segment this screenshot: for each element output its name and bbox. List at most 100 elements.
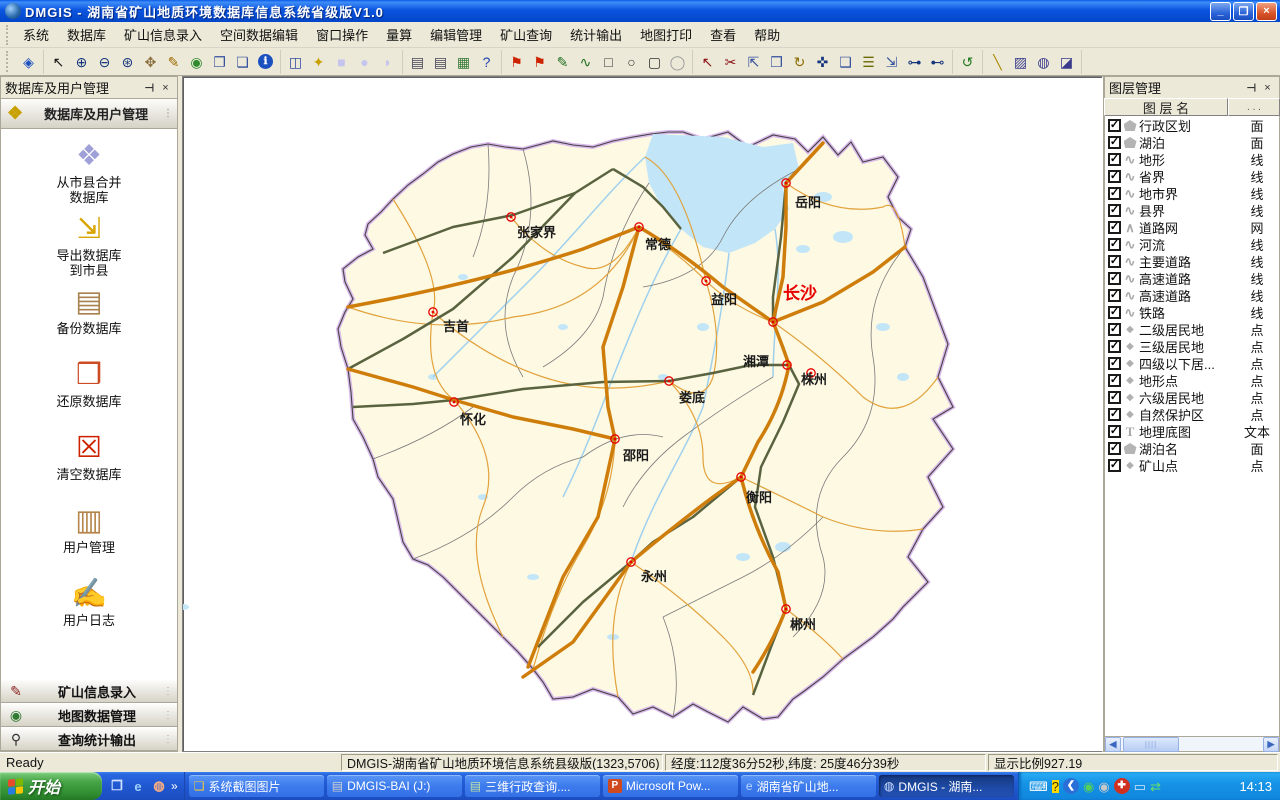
tray-volume[interactable]: ◉ [1098, 780, 1109, 793]
map-viewport[interactable]: 张家界常德岳阳益阳长沙吉首湘潭株州娄底怀化邵阳衡阳永州郴州 [182, 76, 1103, 752]
quicklaunch-internet-explorer[interactable]: e [129, 777, 147, 795]
layer-row[interactable]: ✓湖泊面 [1105, 134, 1279, 151]
tool-pan-hand[interactable]: ✥ [139, 51, 162, 73]
layer-checkbox[interactable]: ✓ [1108, 187, 1121, 200]
sidebar-bar-mine-info-entry[interactable]: ✎矿山信息录入⋮ [1, 679, 177, 703]
tray-network-activity[interactable]: ⇄ [1150, 780, 1161, 793]
tool-draw-sketch[interactable]: ∿ [574, 51, 597, 73]
menu-grip[interactable] [6, 25, 10, 45]
task-3d-admin-query[interactable]: ▤三维行政查询.... [465, 775, 600, 797]
tool-rect-zoom[interactable]: ■ [330, 51, 353, 73]
quicklaunch-more-icon[interactable]: » [171, 779, 178, 793]
tool-edit-attributes[interactable]: ❑ [834, 51, 857, 73]
scroll-left-icon[interactable]: ◀ [1105, 737, 1121, 752]
column-more[interactable]: . . . [1228, 98, 1280, 116]
sidebar-item-backup-database[interactable]: ▤备份数据库 [14, 285, 164, 358]
task-powerpoint[interactable]: PMicrosoft Pow... [603, 775, 738, 797]
start-button[interactable]: 开始 [0, 772, 102, 800]
layer-row[interactable]: ✓∿省界线 [1105, 168, 1279, 185]
layer-checkbox[interactable]: ✓ [1108, 204, 1121, 217]
layer-checkbox[interactable]: ✓ [1108, 238, 1121, 251]
layer-checkbox[interactable]: ✓ [1108, 306, 1121, 319]
layer-checkbox[interactable]: ✓ [1108, 289, 1121, 302]
sidebar-item-export-database[interactable]: ⇲导出数据库 到市县 [14, 212, 164, 285]
tool-info[interactable]: ℹ [254, 51, 277, 73]
task-screenshots-folder[interactable]: ❏系统截图图片 [189, 775, 324, 797]
column-layer-name[interactable]: 图 层 名 [1104, 98, 1228, 116]
sidebar-item-merge-database[interactable]: ❖从市县合并 数据库 [14, 139, 164, 212]
tool-form-view[interactable]: ❏ [231, 51, 254, 73]
tool-select-cursor[interactable]: ↖ [47, 51, 70, 73]
sidebar-item-restore-database[interactable]: ❒还原数据库 [14, 358, 164, 431]
tool-cut[interactable]: ✂ [719, 51, 742, 73]
task-hunan-mine-web[interactable]: e湖南省矿山地... [741, 775, 876, 797]
layer-checkbox[interactable]: ✓ [1108, 357, 1121, 370]
tray-security-shield[interactable]: ✚ [1114, 778, 1130, 794]
menu-item-统计输出[interactable]: 统计输出 [561, 22, 631, 47]
layer-row[interactable]: ✓∿高速道路线 [1105, 270, 1279, 287]
sidebar-bar-map-data-management[interactable]: ◉地图数据管理⋮ [1, 703, 177, 727]
layer-checkbox[interactable]: ✓ [1108, 136, 1121, 149]
layer-checkbox[interactable]: ✓ [1108, 323, 1121, 336]
tool-draw-line[interactable]: ✎ [551, 51, 574, 73]
tool-round-zoom[interactable]: ◗ [376, 51, 399, 73]
tool-hatch-polygon[interactable]: ◪ [1055, 51, 1078, 73]
tool-move[interactable]: ✜ [811, 51, 834, 73]
tool-help[interactable]: ? [475, 51, 498, 73]
tool-hatch-ellipse[interactable]: ◍ [1032, 51, 1055, 73]
layer-row[interactable]: ✓∿地形线 [1105, 151, 1279, 168]
tool-node-insert[interactable]: ⊶ [903, 51, 926, 73]
layer-checkbox[interactable]: ✓ [1108, 221, 1121, 234]
menu-item-地图打印[interactable]: 地图打印 [631, 22, 701, 47]
sidebar-item-clear-database[interactable]: ☒清空数据库 [14, 431, 164, 504]
layer-row[interactable]: ✓◆三级居民地点 [1105, 338, 1279, 355]
menu-item-数据库[interactable]: 数据库 [58, 22, 115, 47]
layer-checkbox[interactable]: ✓ [1108, 408, 1121, 421]
quicklaunch-show-desktop[interactable]: ❐ [108, 777, 126, 795]
layer-checkbox[interactable]: ✓ [1108, 391, 1121, 404]
tool-undo[interactable]: ↺ [956, 51, 979, 73]
close-button[interactable]: × [1256, 2, 1277, 21]
tool-map-document[interactable]: ◈ [17, 51, 40, 73]
layer-checkbox[interactable]: ✓ [1108, 153, 1121, 166]
pin-icon[interactable]: ⊤ [141, 81, 156, 95]
layer-row[interactable]: ✓∧道路网网 [1105, 219, 1279, 236]
tool-zoom-extent[interactable]: ⊛ [116, 51, 139, 73]
tool-zoom-out[interactable]: ⊖ [93, 51, 116, 73]
layer-row[interactable]: ✓◆四级以下居...点 [1105, 355, 1279, 372]
tool-refresh-brush[interactable]: ✎ [162, 51, 185, 73]
layer-checkbox[interactable]: ✓ [1108, 170, 1121, 183]
sidebar-bar-query-statistics-output[interactable]: ⚲查询统计输出⋮ [1, 727, 177, 751]
tool-ellipse-zoom[interactable]: ● [353, 51, 376, 73]
hunan-map[interactable]: 张家界常德岳阳益阳长沙吉首湘潭株州娄底怀化邵阳衡阳永州郴州 [183, 77, 1103, 752]
tool-measure-table[interactable]: ☰ [857, 51, 880, 73]
pin-icon[interactable]: ⊤ [1243, 81, 1258, 95]
layer-row[interactable]: ✓◆地形点点 [1105, 372, 1279, 389]
tray-display-monitor[interactable]: ▭ [1134, 780, 1146, 793]
tool-line-node-tool[interactable]: ╲ [986, 51, 1009, 73]
menu-item-窗口操作[interactable]: 窗口操作 [307, 22, 377, 47]
tool-flag-add[interactable]: ⚑ [528, 51, 551, 73]
layer-row[interactable]: ✓◆自然保护区点 [1105, 406, 1279, 423]
menu-item-查看[interactable]: 查看 [701, 22, 745, 47]
tool-draw-square[interactable]: ▢ [643, 51, 666, 73]
layer-row[interactable]: ✓∿高速道路线 [1105, 287, 1279, 304]
tool-zoom-in[interactable]: ⊕ [70, 51, 93, 73]
minimize-button[interactable]: _ [1210, 2, 1231, 21]
tool-copy-feature[interactable]: ❒ [765, 51, 788, 73]
layer-row[interactable]: ✓∿主要道路线 [1105, 253, 1279, 270]
scroll-thumb[interactable]: |||| [1123, 737, 1179, 752]
database-user-header[interactable]: ❖ 数据库及用户管理 ⋮ [1, 99, 177, 129]
menu-item-空间数据编辑[interactable]: 空间数据编辑 [211, 22, 307, 47]
layer-checkbox[interactable]: ✓ [1108, 459, 1121, 472]
close-icon[interactable]: × [158, 81, 173, 95]
layer-checkbox[interactable]: ✓ [1108, 442, 1121, 455]
tool-draw-circle[interactable]: ◯ [666, 51, 689, 73]
menu-item-帮助[interactable]: 帮助 [745, 22, 789, 47]
sidebar-item-user-log[interactable]: ✍用户日志 [14, 577, 164, 650]
tool-print[interactable]: ▤ [406, 51, 429, 73]
tray-help-indicator[interactable]: ? [1052, 780, 1059, 793]
quicklaunch-media-player[interactable]: ◍ [150, 777, 168, 795]
layer-row[interactable]: ✓湖泊名面 [1105, 440, 1279, 457]
tray-hide-icons[interactable]: ❮ [1063, 778, 1079, 794]
